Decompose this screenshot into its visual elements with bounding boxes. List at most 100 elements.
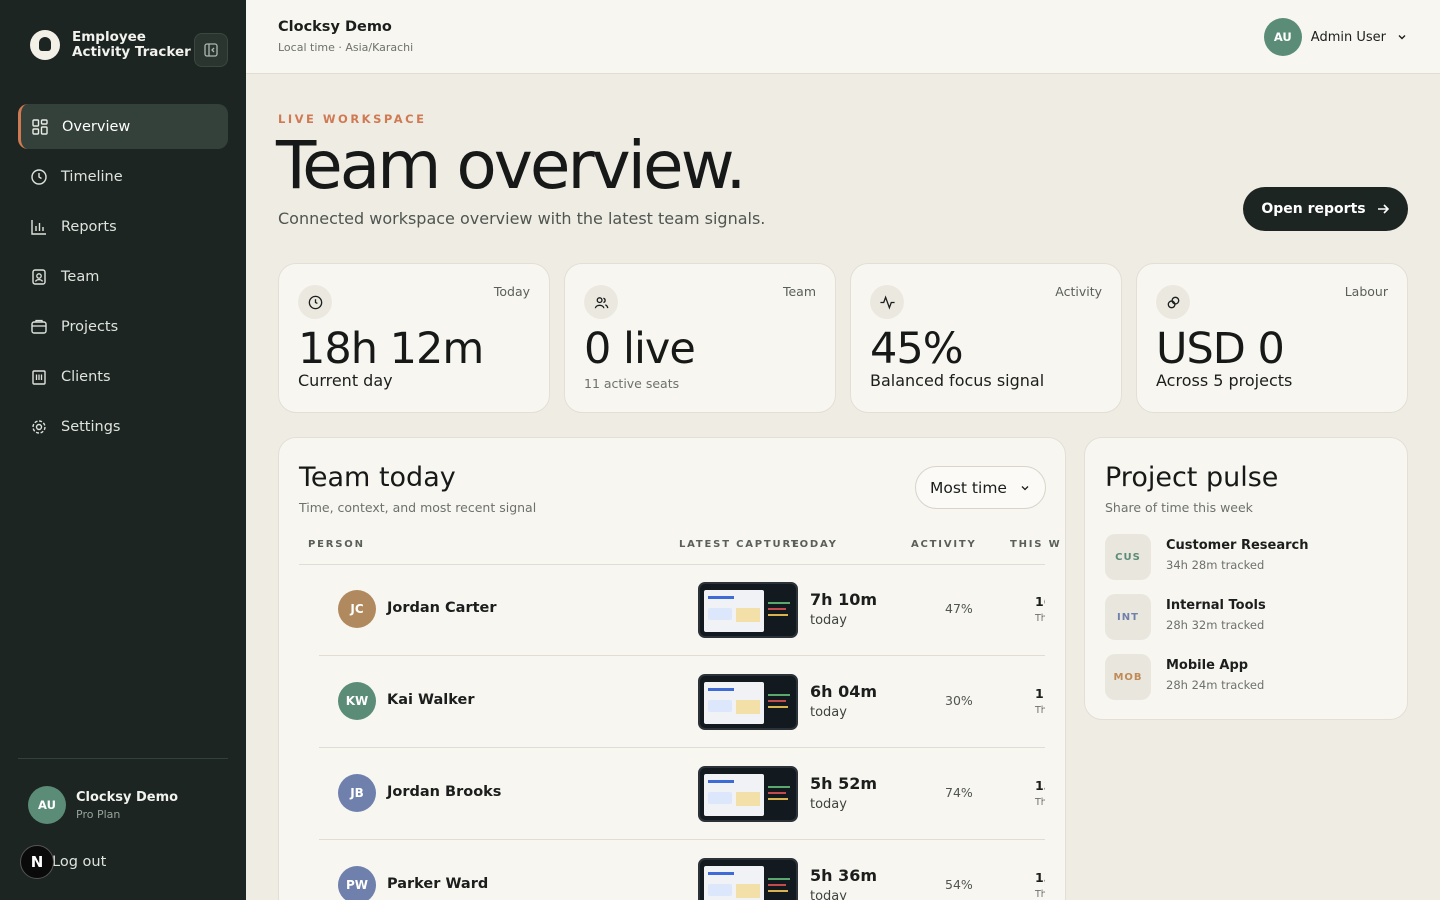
collapse-sidebar-button[interactable] — [194, 33, 228, 67]
n-logo-icon[interactable]: N — [20, 845, 54, 879]
sidebar-item-label: Team — [61, 268, 100, 285]
project-pulse-subtitle: Share of time this week — [1105, 500, 1253, 515]
project-name: Customer Research — [1166, 538, 1309, 553]
week-time: 11h 5 — [1035, 686, 1045, 701]
activity-percent: 47% — [945, 601, 973, 616]
sidebar-item-label: Settings — [61, 418, 121, 435]
stat-tag: Today — [493, 284, 530, 299]
sidebar-user-name: Clocksy Demo — [76, 789, 179, 805]
avatar: PW — [338, 866, 376, 900]
team-table-body: JC Jordan Carter 7h 10m today 47% 16h 2 … — [299, 564, 1045, 900]
activity-percent: 74% — [945, 785, 973, 800]
today-time: 6h 04m — [810, 682, 878, 701]
sidebar-divider — [18, 758, 228, 759]
person-name[interactable]: Kai Walker — [387, 692, 475, 708]
workspace-local-time: Local time · Asia/Karachi — [278, 41, 414, 54]
person-name[interactable]: Parker Ward — [387, 876, 488, 892]
week-label: This w — [1035, 889, 1045, 900]
brand-logo-icon — [30, 30, 60, 60]
open-reports-button[interactable]: Open reports — [1243, 187, 1408, 231]
team-today-subtitle: Time, context, and most recent signal — [299, 500, 537, 515]
column-header-this-week[interactable]: THIS W — [1010, 539, 1061, 550]
hero-eyebrow: LIVE WORKSPACE — [278, 112, 427, 126]
sidebar-nav: Overview Timeline Reports Team Projects … — [18, 104, 228, 454]
latest-capture-thumbnail[interactable] — [698, 858, 798, 900]
team-today-card: Team today Time, context, and most recen… — [278, 437, 1066, 900]
project-code-badge: INT — [1105, 594, 1151, 640]
project-item[interactable]: CUS Customer Research 34h 28m tracked — [1105, 534, 1395, 580]
sidebar-item-projects[interactable]: Projects — [18, 304, 228, 349]
arrow-right-icon — [1377, 204, 1389, 214]
table-row[interactable]: PW Parker Ward 5h 36m today 54% 13h 5 Th… — [319, 840, 1045, 900]
latest-capture-thumbnail[interactable] — [698, 674, 798, 730]
sidebar-user[interactable]: AU Clocksy Demo Pro Plan — [28, 786, 178, 824]
topbar: Clocksy Demo Local time · Asia/Karachi A… — [246, 0, 1440, 74]
avatar: JB — [338, 774, 376, 812]
sidebar-item-reports[interactable]: Reports — [18, 204, 228, 249]
stat-caption: Balanced focus signal — [870, 371, 1045, 390]
sidebar-item-label: Timeline — [61, 168, 123, 185]
project-tracked: 34h 28m tracked — [1166, 558, 1265, 572]
project-name: Internal Tools — [1166, 598, 1266, 613]
stat-value: USD 0 — [1156, 324, 1285, 374]
id-badge-icon — [32, 268, 46, 285]
sidebar: Employee Activity Tracker Overview Timel… — [0, 0, 246, 900]
project-item[interactable]: INT Internal Tools 28h 32m tracked — [1105, 594, 1395, 640]
sidebar-item-overview[interactable]: Overview — [18, 104, 228, 149]
user-menu[interactable]: AU Admin User — [1263, 18, 1408, 56]
column-header-activity[interactable]: ACTIVITY — [911, 539, 977, 550]
avatar: KW — [338, 682, 376, 720]
avatar: AU — [28, 786, 66, 824]
grid-icon — [32, 118, 48, 135]
chevron-down-icon — [1021, 485, 1029, 490]
activity-percent: 30% — [945, 693, 973, 708]
gear-icon — [32, 419, 46, 434]
activity-percent: 54% — [945, 877, 973, 892]
sidebar-collapse-icon — [204, 43, 218, 57]
latest-capture-thumbnail[interactable] — [698, 582, 798, 638]
clock-icon — [298, 285, 332, 319]
sidebar-item-label: Projects — [61, 318, 119, 335]
sidebar-item-settings[interactable]: Settings — [18, 404, 228, 449]
column-header-today[interactable]: TODAY — [791, 539, 838, 550]
today-time: 7h 10m — [810, 590, 878, 609]
link-icon — [1156, 285, 1190, 319]
users-icon — [584, 285, 618, 319]
today-time: 5h 52m — [810, 774, 878, 793]
stat-caption: 11 active seats — [584, 376, 680, 391]
today-label: today — [810, 613, 847, 628]
latest-capture-thumbnail[interactable] — [698, 766, 798, 822]
sidebar-item-timeline[interactable]: Timeline — [18, 154, 228, 199]
page-title: Team overview. — [276, 127, 747, 204]
stat-value: 0 live — [584, 324, 696, 374]
person-name[interactable]: Jordan Carter — [387, 600, 497, 616]
stat-tag: Activity — [1055, 284, 1102, 299]
brand-name: Employee Activity Tracker — [72, 29, 191, 60]
project-pulse-title: Project pulse — [1105, 462, 1279, 493]
person-name[interactable]: Jordan Brooks — [387, 784, 501, 800]
table-row[interactable]: JC Jordan Carter 7h 10m today 47% 16h 2 … — [319, 564, 1045, 656]
project-item[interactable]: MOB Mobile App 28h 24m tracked — [1105, 654, 1395, 700]
clock-icon — [31, 168, 47, 185]
table-row[interactable]: JB Jordan Brooks 5h 52m today 74% 13h 5 … — [319, 748, 1045, 840]
sort-select[interactable]: Most time — [915, 466, 1046, 509]
column-header-person[interactable]: PERSON — [308, 539, 365, 550]
brand[interactable]: Employee Activity Tracker — [30, 30, 192, 60]
project-code-badge: MOB — [1105, 654, 1151, 700]
table-row[interactable]: KW Kai Walker 6h 04m today 30% 11h 5 Thi… — [319, 656, 1045, 748]
sidebar-item-team[interactable]: Team — [18, 254, 228, 299]
column-header-latest-capture[interactable]: LATEST CAPTURE — [679, 539, 801, 550]
building-icon — [32, 369, 46, 385]
logout-button[interactable]: N Log out — [20, 845, 106, 879]
stat-card-today: Today 18h 12m Current day — [278, 263, 550, 413]
avatar: AU — [1263, 18, 1302, 56]
project-name: Mobile App — [1166, 658, 1249, 673]
week-label: This w — [1035, 705, 1045, 716]
sidebar-item-clients[interactable]: Clients — [18, 354, 228, 399]
project-code-badge: CUS — [1105, 534, 1151, 580]
avatar: JC — [338, 590, 376, 628]
sidebar-item-label: Overview — [62, 118, 131, 135]
week-time: 16h 2 — [1035, 594, 1045, 609]
workspace-name: Clocksy Demo — [278, 19, 392, 35]
team-today-title: Team today — [299, 462, 456, 493]
